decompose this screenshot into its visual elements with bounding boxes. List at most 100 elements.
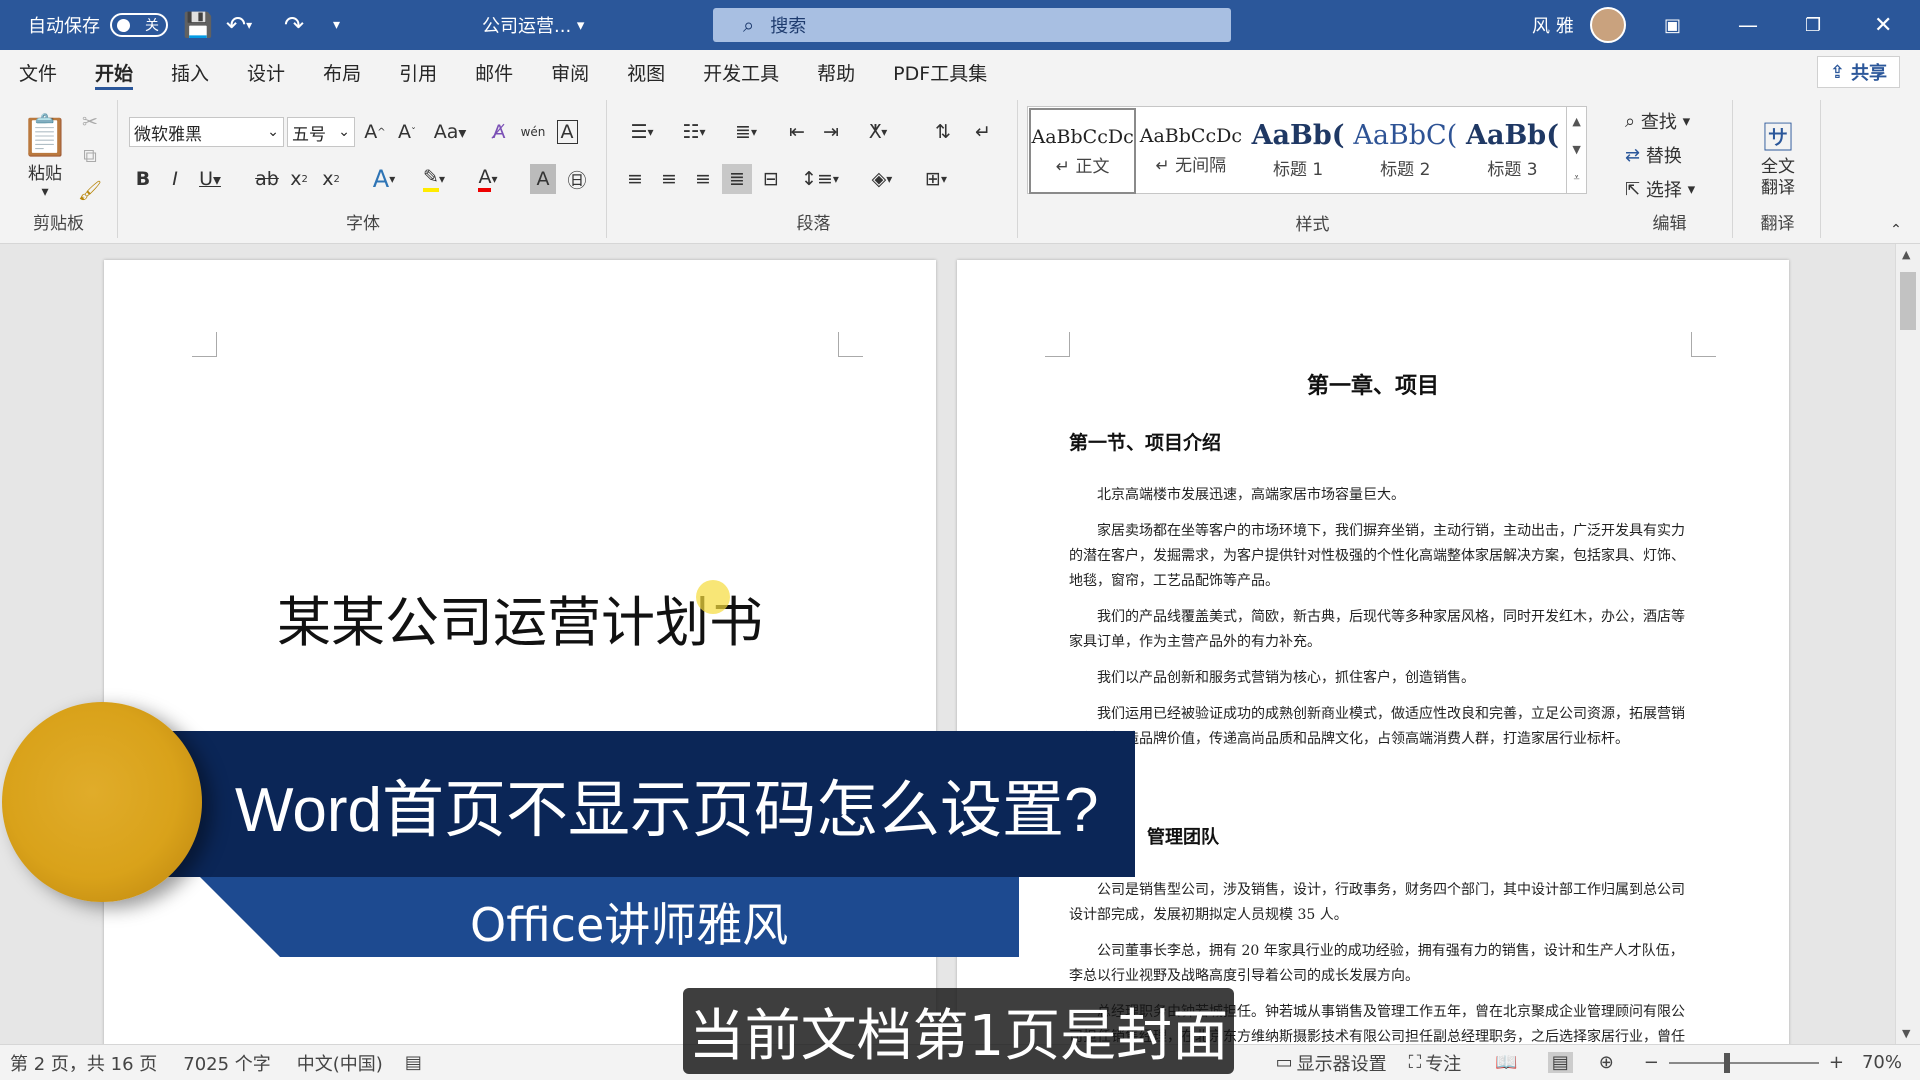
- multilevel-list-icon[interactable]: ≣ ▾: [722, 117, 770, 147]
- paste-button[interactable]: 📋 粘贴 ▾: [14, 108, 76, 204]
- decrease-indent-icon[interactable]: ⇤: [782, 117, 812, 147]
- replace-button[interactable]: ⇄ 替换: [1625, 140, 1725, 170]
- bullets-icon[interactable]: ☰ ▾: [618, 117, 666, 147]
- bold-icon[interactable]: B: [130, 164, 156, 194]
- translate-button[interactable]: 🈂 全文翻译: [1745, 106, 1811, 206]
- shading-icon[interactable]: ◈ ▾: [858, 164, 906, 194]
- grow-font-icon[interactable]: A ^: [360, 117, 390, 147]
- align-left-icon[interactable]: ≡: [620, 164, 650, 194]
- tab-view[interactable]: 视图: [608, 50, 684, 94]
- zoom-level[interactable]: 70%: [1862, 1052, 1902, 1073]
- tab-design[interactable]: 设计: [228, 50, 304, 94]
- sort-icon[interactable]: ⇅: [928, 117, 958, 147]
- avatar[interactable]: [1590, 0, 1626, 50]
- shrink-font-icon[interactable]: Aˇ: [392, 117, 422, 147]
- tab-layout[interactable]: 布局: [304, 50, 380, 94]
- change-case-icon[interactable]: Aa ▾: [430, 117, 470, 147]
- highlight-icon[interactable]: ✎ ▾: [414, 164, 454, 194]
- customize-toolbar-icon[interactable]: ▾: [333, 0, 340, 50]
- style-heading-3[interactable]: AaBb(标题 3: [1459, 107, 1566, 193]
- style-no-spacing[interactable]: AaBbCcDc ↵ 无间隔: [1137, 107, 1244, 193]
- tab-insert[interactable]: 插入: [152, 50, 228, 94]
- close-icon[interactable]: ✕: [1874, 0, 1892, 50]
- font-name-select[interactable]: 微软雅黑 ⌄: [129, 117, 284, 147]
- zoom-thumb[interactable]: [1723, 1052, 1730, 1073]
- distributed-icon[interactable]: ⊟: [756, 164, 786, 194]
- numbering-icon[interactable]: ☷ ▾: [670, 117, 718, 147]
- autosave-group[interactable]: 自动保存 关: [28, 0, 168, 50]
- document-title[interactable]: 公司运营... ▾: [482, 0, 584, 50]
- scroll-up-icon[interactable]: ▲: [1572, 115, 1580, 128]
- scroll-down-icon[interactable]: ▼: [1902, 1027, 1910, 1040]
- page-count[interactable]: 第 2 页，共 16 页: [10, 1050, 157, 1076]
- subscript-icon[interactable]: x2: [286, 164, 312, 194]
- display-settings-icon[interactable]: ▭: [1276, 1052, 1293, 1073]
- more-styles-icon[interactable]: ⩡: [1573, 171, 1579, 185]
- justify-icon[interactable]: ≣: [722, 164, 752, 194]
- select-button[interactable]: ⇱ 选择 ▾: [1625, 174, 1725, 204]
- language[interactable]: 中文(中国): [297, 1050, 383, 1076]
- undo-icon[interactable]: ↶ ▾: [226, 0, 252, 50]
- font-size-select[interactable]: 五号 ⌄: [287, 117, 355, 147]
- tab-home[interactable]: 开始: [76, 50, 152, 94]
- cut-icon[interactable]: ✂: [78, 110, 102, 134]
- phonetic-guide-icon[interactable]: wén: [518, 117, 548, 147]
- find-button[interactable]: ⌕ 查找 ▾: [1625, 106, 1725, 136]
- style-normal[interactable]: AaBbCcDc ↵ 正文: [1029, 108, 1137, 194]
- character-border-icon[interactable]: A: [552, 117, 582, 147]
- clear-formatting-icon[interactable]: A̸: [484, 117, 514, 147]
- page-2[interactable]: 第一章、项目 第一节、项目介绍 北京高端楼市发展迅速，高端家居市场容量巨大。 家…: [957, 260, 1789, 1044]
- display-settings[interactable]: 显示器设置: [1297, 1050, 1387, 1076]
- redo-icon[interactable]: ↷: [284, 0, 304, 50]
- text-effects-icon[interactable]: A ▾: [364, 164, 404, 194]
- minimize-icon[interactable]: —: [1738, 0, 1758, 50]
- tab-mailings[interactable]: 邮件: [456, 50, 532, 94]
- zoom-in-icon[interactable]: +: [1829, 1052, 1844, 1073]
- ribbon-display-icon[interactable]: ▣: [1664, 0, 1681, 50]
- chinese-layout-icon[interactable]: ⵅ ▾: [854, 117, 902, 147]
- font-color-icon[interactable]: A ▾: [468, 164, 508, 194]
- restore-icon[interactable]: ❐: [1805, 0, 1821, 50]
- tab-developer[interactable]: 开发工具: [684, 50, 798, 94]
- user-name[interactable]: 风 雅: [1532, 0, 1574, 50]
- zoom-out-icon[interactable]: −: [1644, 1052, 1659, 1073]
- line-spacing-icon[interactable]: ↕≡ ▾: [796, 164, 844, 194]
- share-button[interactable]: ⇪ 共享: [1816, 56, 1900, 88]
- tab-review[interactable]: 审阅: [532, 50, 608, 94]
- search-input[interactable]: ⌕ 搜索: [713, 8, 1231, 42]
- web-layout-icon[interactable]: ⊕: [1599, 1052, 1614, 1073]
- tab-references[interactable]: 引用: [380, 50, 456, 94]
- read-mode-icon[interactable]: 📖: [1495, 1052, 1517, 1073]
- save-icon[interactable]: 💾: [183, 0, 213, 50]
- print-layout-icon[interactable]: ▤: [1547, 1052, 1573, 1073]
- superscript-icon[interactable]: x2: [318, 164, 344, 194]
- collapse-ribbon-icon[interactable]: ⌃: [1886, 220, 1906, 240]
- focus-icon[interactable]: ⛶: [1409, 1052, 1422, 1073]
- focus-mode[interactable]: 专注: [1425, 1050, 1461, 1076]
- scroll-thumb[interactable]: [1900, 272, 1916, 330]
- copy-icon[interactable]: ⧉: [78, 144, 102, 168]
- style-heading-1[interactable]: AaBb(标题 1: [1244, 107, 1351, 193]
- scroll-down-icon[interactable]: ▼: [1572, 143, 1580, 156]
- vertical-scrollbar[interactable]: ▲ ▼: [1895, 244, 1920, 1044]
- borders-icon[interactable]: ⊞ ▾: [912, 164, 960, 194]
- character-shading-icon[interactable]: A: [530, 164, 556, 194]
- tab-file[interactable]: 文件: [0, 50, 76, 94]
- gallery-scroll[interactable]: ▲ ▼ ⩡: [1566, 107, 1586, 193]
- accessibility-icon[interactable]: ▤: [405, 1052, 422, 1073]
- show-marks-icon[interactable]: ↵: [968, 117, 998, 147]
- increase-indent-icon[interactable]: ⇥: [816, 117, 846, 147]
- scroll-up-icon[interactable]: ▲: [1902, 248, 1910, 261]
- strikethrough-icon[interactable]: ab: [252, 164, 282, 194]
- word-count[interactable]: 7025 个字: [183, 1050, 271, 1076]
- align-center-icon[interactable]: ≡: [654, 164, 684, 194]
- italic-icon[interactable]: I: [162, 164, 188, 194]
- align-right-icon[interactable]: ≡: [688, 164, 718, 194]
- autosave-toggle[interactable]: 关: [110, 13, 168, 37]
- enclose-characters-icon[interactable]: ㊐: [564, 164, 590, 194]
- format-painter-icon[interactable]: 🖌: [78, 178, 102, 202]
- underline-icon[interactable]: U ▾: [192, 164, 228, 194]
- tab-help[interactable]: 帮助: [798, 50, 874, 94]
- tab-pdf-tools[interactable]: PDF工具集: [874, 50, 1006, 94]
- zoom-slider[interactable]: [1668, 1052, 1819, 1073]
